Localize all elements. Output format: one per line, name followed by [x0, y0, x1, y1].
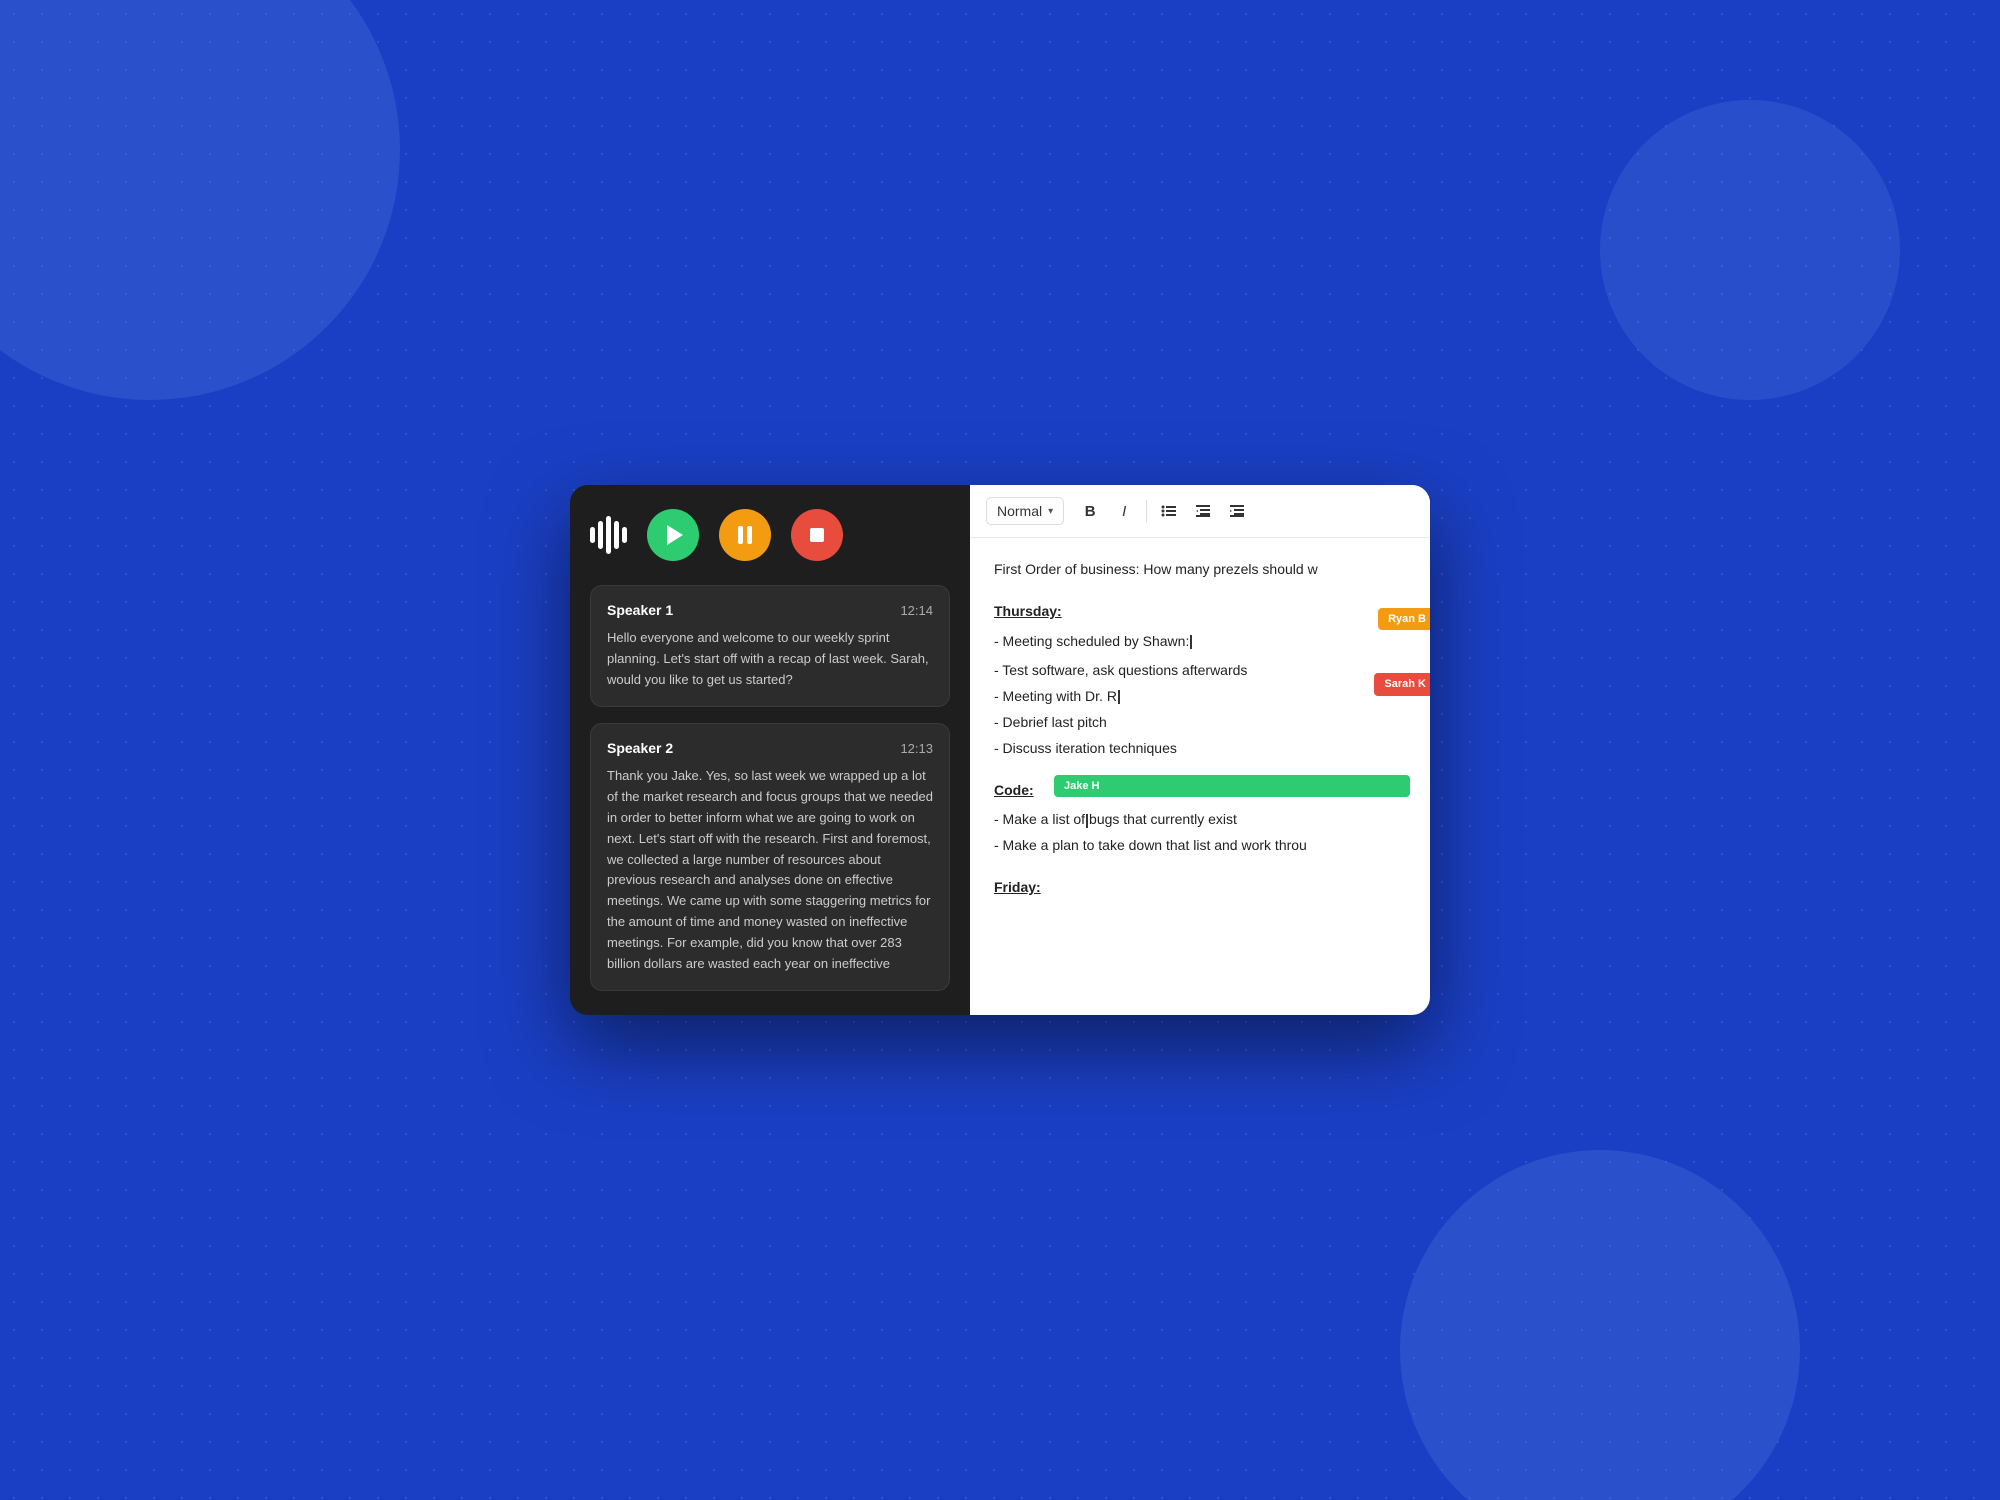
thursday-item-2-container: - Test software, ask questions afterward…	[994, 659, 1406, 683]
right-panel: Normal ▾ B I	[970, 485, 1430, 1015]
pause-icon	[738, 526, 752, 544]
bullet-list-icon	[1160, 502, 1178, 520]
transcript-text-2: Thank you Jake. Yes, so last week we wra…	[607, 766, 933, 974]
thursday-item-4: - Debrief last pitch	[994, 711, 1406, 735]
friday-section: Friday:	[994, 876, 1406, 900]
outdent-button[interactable]	[1187, 495, 1219, 527]
code-item-2: - Make a plan to take down that list and…	[994, 834, 1406, 858]
bold-icon: B	[1085, 503, 1096, 520]
main-window: Speaker 1 12:14 Hello everyone and welco…	[570, 485, 1430, 1015]
controls-row	[590, 509, 950, 569]
thursday-item-1: - Meeting scheduled by Shawn:	[994, 630, 1406, 654]
wave-bar-1	[590, 527, 595, 543]
code-section: Code: Jake H - Make a list ofbugs that c…	[994, 779, 1406, 858]
cursor-2	[1118, 690, 1120, 704]
thursday-item-1-container: - Meeting scheduled by Shawn: Ryan B	[994, 630, 1406, 654]
style-label: Normal	[997, 503, 1042, 519]
play-icon	[667, 525, 683, 545]
toolbar-divider	[1146, 500, 1147, 522]
jake-badge: Jake H	[1054, 775, 1410, 798]
transcript-card-1: Speaker 1 12:14 Hello everyone and welco…	[590, 585, 950, 707]
indent-icon	[1228, 502, 1246, 520]
thursday-item-5: - Discuss iteration techniques	[994, 737, 1406, 761]
cursor-1	[1190, 635, 1192, 649]
transcript-card-2: Speaker 2 12:13 Thank you Jake. Yes, so …	[590, 723, 950, 991]
bold-button[interactable]: B	[1074, 495, 1106, 527]
editor-toolbar: Normal ▾ B I	[970, 485, 1430, 538]
transcript-text-1: Hello everyone and welcome to our weekly…	[607, 628, 933, 690]
thursday-item-2: - Test software, ask questions afterward…	[994, 659, 1406, 683]
wave-bar-3	[606, 516, 611, 554]
code-item-1: - Make a list ofbugs that currently exis…	[994, 808, 1406, 832]
pause-button[interactable]	[719, 509, 771, 561]
speaker-2-name: Speaker 2	[607, 740, 673, 756]
pause-bar-2	[747, 526, 752, 544]
bg-circle-tr	[1600, 100, 1900, 400]
ryan-badge: Ryan B	[1378, 608, 1430, 631]
waveform-icon	[590, 515, 627, 555]
timestamp-1: 12:14	[900, 603, 933, 618]
outdent-icon	[1194, 502, 1212, 520]
wave-bar-5	[622, 527, 627, 543]
italic-button[interactable]: I	[1108, 495, 1140, 527]
thursday-heading: Thursday:	[994, 600, 1406, 624]
thursday-item-3: - Meeting with Dr. R	[994, 685, 1406, 709]
card-header-1: Speaker 1 12:14	[607, 602, 933, 618]
timestamp-2: 12:13	[900, 741, 933, 756]
thursday-section: Thursday: - Meeting scheduled by Shawn: …	[994, 600, 1406, 761]
pause-bar-1	[738, 526, 743, 544]
cursor-3	[1086, 814, 1088, 828]
italic-icon: I	[1122, 503, 1126, 520]
bg-circle-tl	[0, 0, 400, 400]
wave-bar-2	[598, 521, 603, 549]
bullet-list-button[interactable]	[1153, 495, 1185, 527]
card-header-2: Speaker 2 12:13	[607, 740, 933, 756]
bg-circle-br	[1400, 1150, 1800, 1500]
code-heading-container: Code: Jake H	[994, 779, 1406, 803]
style-dropdown[interactable]: Normal ▾	[986, 497, 1064, 525]
left-panel: Speaker 1 12:14 Hello everyone and welco…	[570, 485, 970, 1015]
editor-intro: First Order of business: How many prezel…	[994, 558, 1406, 582]
indent-button[interactable]	[1221, 495, 1253, 527]
stop-icon	[810, 528, 824, 542]
wave-bar-4	[614, 521, 619, 549]
editor-content[interactable]: First Order of business: How many prezel…	[970, 538, 1430, 1015]
chevron-down-icon: ▾	[1048, 506, 1053, 517]
stop-button[interactable]	[791, 509, 843, 561]
play-button[interactable]	[647, 509, 699, 561]
speaker-1-name: Speaker 1	[607, 602, 673, 618]
friday-heading: Friday:	[994, 876, 1406, 900]
